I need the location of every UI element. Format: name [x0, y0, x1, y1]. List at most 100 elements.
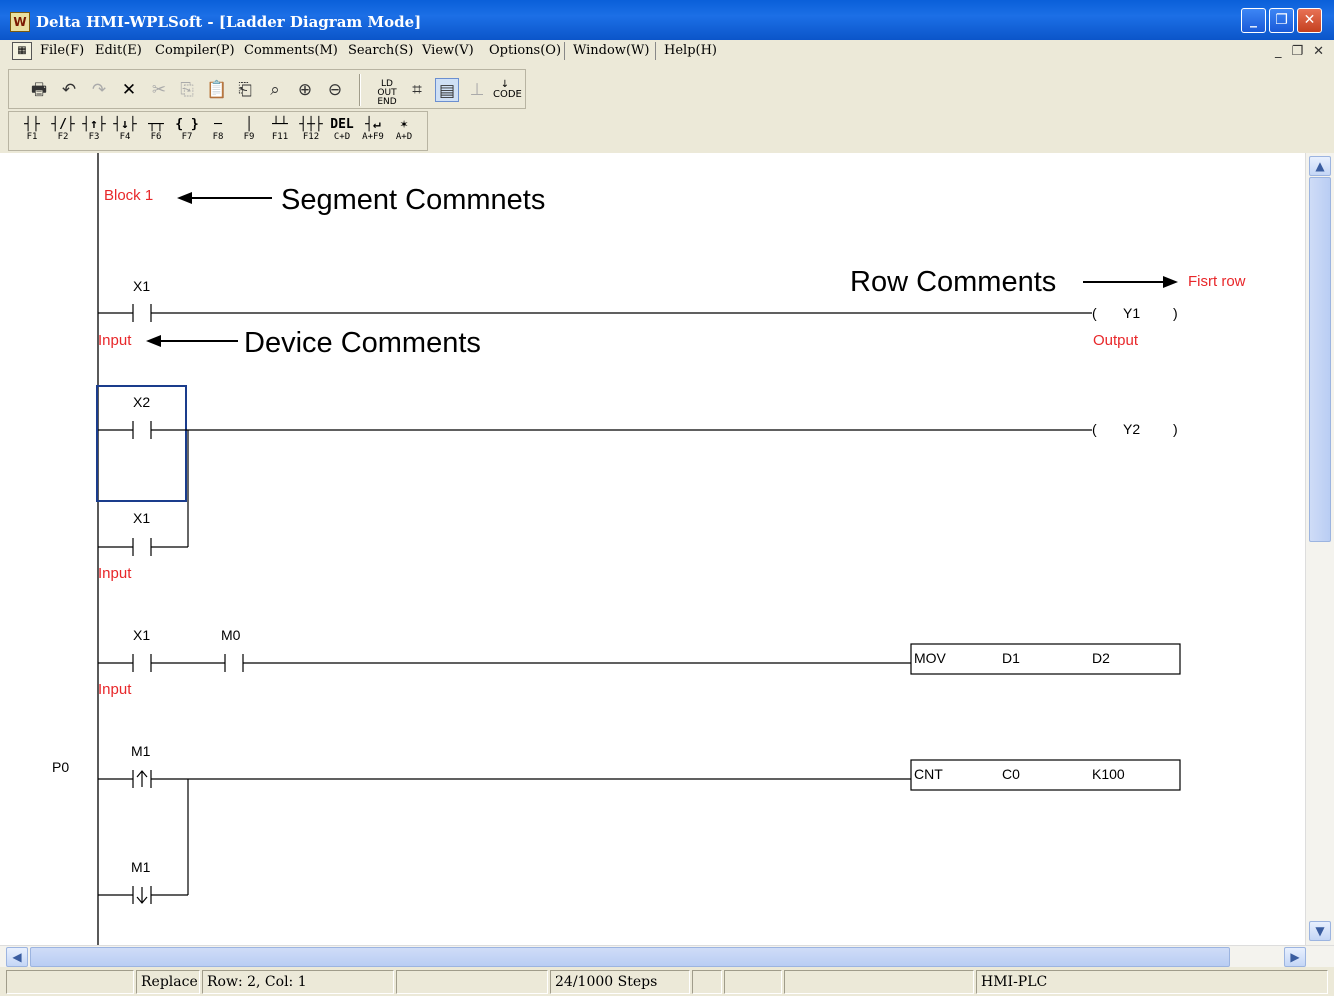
contact-no[interactable]: [98, 421, 188, 439]
close-button[interactable]: ✕: [1297, 8, 1322, 33]
menu-window[interactable]: Window(W): [573, 43, 649, 58]
delete-icon[interactable]: ✕: [117, 78, 141, 102]
fkey-symbol-icon: ┤├: [24, 117, 40, 132]
paste-special-icon[interactable]: ⎗: [233, 78, 257, 102]
status-mode: Replace: [136, 970, 200, 994]
contact-no[interactable]: [98, 430, 189, 556]
menu-comments[interactable]: Comments(M): [244, 43, 338, 58]
fkey-insert-line-button[interactable]: ┤↵ A+F9: [360, 118, 386, 146]
contact-falling-edge[interactable]: [98, 779, 189, 904]
fkey-label: F9: [243, 132, 255, 142]
status-position: Row: 2, Col: 1: [202, 970, 394, 994]
print-icon[interactable]: 🖶: [27, 78, 51, 102]
contact-no[interactable]: [224, 654, 244, 672]
instruction-arg2: D2: [1092, 650, 1110, 666]
fkey-label: F7: [181, 132, 193, 142]
instruction-box[interactable]: [910, 643, 1181, 675]
fkey-symbol-icon: ✶: [400, 117, 408, 132]
code-icon[interactable]: ↓ CODE: [493, 78, 522, 102]
device-comment[interactable]: Input: [98, 332, 132, 349]
scroll-down-icon[interactable]: ▼: [1309, 921, 1331, 941]
instruction-box[interactable]: [910, 759, 1181, 791]
fkey-nc-contact-button[interactable]: ┤/├ F2: [50, 118, 76, 146]
annotation-arrowhead: [177, 192, 192, 204]
fkey-falling-contact-button[interactable]: ┤↓├ F4: [112, 118, 138, 146]
fkey-symbol-icon: ┤↵: [365, 117, 381, 132]
coil-label[interactable]: Y1: [1123, 305, 1140, 321]
ld-out-end-icon[interactable]: LD OUT END: [375, 78, 399, 107]
horizontal-scroll-thumb[interactable]: [30, 947, 1230, 967]
status-cell-empty: [6, 970, 134, 994]
fkey-rising-contact-button[interactable]: ┤↑├ F3: [81, 118, 107, 146]
annotation-segment-comments: Segment Commnets: [281, 184, 545, 216]
vertical-scroll-thumb[interactable]: [1309, 177, 1331, 542]
fkey-delete-line-button[interactable]: ┴┴ F11: [267, 118, 293, 146]
segment-comment[interactable]: Block 1: [104, 187, 153, 204]
contact-no[interactable]: [98, 304, 152, 322]
document-icon[interactable]: ▦: [12, 42, 32, 60]
contact-no[interactable]: [98, 654, 225, 672]
row-comment[interactable]: Fisrt row: [1188, 273, 1246, 290]
cut-icon[interactable]: ✂: [147, 78, 171, 102]
scroll-left-icon[interactable]: ◀: [6, 947, 28, 967]
annotation-device-comments: Device Comments: [244, 327, 481, 359]
scroll-up-icon[interactable]: ▲: [1309, 156, 1331, 176]
fkey-delete-column-button[interactable]: DEL C+D: [329, 118, 355, 146]
fkey-label: F2: [57, 132, 69, 142]
copy-icon[interactable]: ⎘: [175, 78, 199, 102]
zoom-out-icon[interactable]: ⊖: [323, 78, 347, 102]
status-cell-empty: [724, 970, 782, 994]
find-icon[interactable]: ⌕: [263, 78, 287, 102]
menu-file[interactable]: File(F): [40, 43, 84, 58]
status-cell-empty: [396, 970, 548, 994]
menu-compiler[interactable]: Compiler(P): [155, 43, 235, 58]
device-comment[interactable]: Input: [98, 681, 132, 698]
window-title: Delta HMI-WPLSoft - [Ladder Diagram Mode…: [36, 13, 422, 31]
fkey-function-block-button[interactable]: { } F7: [174, 118, 200, 146]
menu-view[interactable]: View(V): [422, 43, 474, 58]
app-icon[interactable]: W: [10, 12, 30, 32]
status-cell-empty: [692, 970, 722, 994]
fkey-horizontal-line-button[interactable]: ─ F8: [205, 118, 231, 146]
contact-rising-edge[interactable]: [98, 770, 911, 788]
menu-edit[interactable]: Edit(E): [95, 43, 142, 58]
fkey-symbol-icon: │: [245, 117, 253, 132]
ladder-diagram[interactable]: Block 1 Segment Commnets X1 ( Y1 ) Input…: [0, 153, 1305, 945]
mdi-restore-icon[interactable]: ❐: [1291, 44, 1303, 59]
menu-options[interactable]: Options(O): [489, 43, 561, 58]
redo-icon[interactable]: ↷: [87, 78, 111, 102]
fkey-no-contact-button[interactable]: ┤├ F1: [19, 118, 45, 146]
ladder-mode-icon[interactable]: ▤: [435, 78, 459, 102]
zoom-in-icon[interactable]: ⊕: [293, 78, 317, 102]
ladder-canvas[interactable]: Block 1 Segment Commnets X1 ( Y1 ) Input…: [0, 153, 1305, 945]
fkey-symbol-icon: ┴┴: [272, 117, 288, 132]
status-bar: Replace Row: 2, Col: 1 24/1000 Steps HMI…: [0, 967, 1334, 996]
insert-icon[interactable]: ⊥: [465, 78, 489, 102]
coil-label[interactable]: Y2: [1123, 421, 1140, 437]
fkey-vertical-line-button[interactable]: │ F9: [236, 118, 262, 146]
ladder-grid-icon[interactable]: ⌗: [405, 78, 429, 102]
menu-help[interactable]: Help(H): [664, 43, 717, 58]
paste-icon[interactable]: 📋: [205, 78, 229, 102]
coil-device-comment[interactable]: Output: [1093, 332, 1139, 349]
mdi-close-icon[interactable]: ✕: [1313, 44, 1324, 59]
menu-search[interactable]: Search(S): [348, 43, 413, 58]
fkey-output-coil-button[interactable]: ┬┬ F6: [143, 118, 169, 146]
undo-icon[interactable]: ↶: [57, 78, 81, 102]
minimize-button[interactable]: _: [1241, 8, 1266, 33]
pointer-label[interactable]: P0: [52, 759, 69, 775]
vertical-scrollbar[interactable]: ▲ ▼: [1305, 153, 1334, 945]
toolbar-separator: [359, 74, 361, 106]
restore-button[interactable]: ❐: [1269, 8, 1294, 33]
device-comment[interactable]: Input: [98, 565, 132, 582]
annotation-arrowhead: [146, 335, 161, 347]
scroll-right-icon[interactable]: ▶: [1284, 947, 1306, 967]
horizontal-scrollbar[interactable]: ◀ ▶: [0, 945, 1334, 967]
fkey-invert-button[interactable]: ┤┼├ F12: [298, 118, 324, 146]
fkey-delete-line-ad-button[interactable]: ✶ A+D: [391, 118, 417, 146]
instruction-op: MOV: [914, 650, 947, 666]
title-bar: W Delta HMI-WPLSoft - [Ladder Diagram Mo…: [0, 0, 1334, 40]
contact-label: M1: [131, 859, 151, 875]
mdi-minimize-icon[interactable]: _: [1275, 44, 1282, 59]
menu-separator: [655, 42, 656, 60]
